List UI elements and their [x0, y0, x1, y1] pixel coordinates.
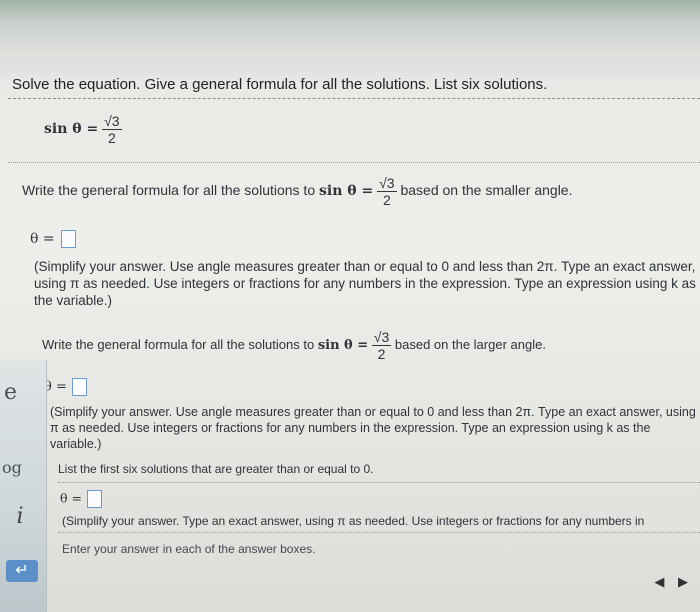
- part3-instruction: List the first six solutions that are gr…: [58, 462, 374, 476]
- next-arrow-icon[interactable]: ▶: [678, 574, 688, 589]
- part3-hint: (Simplify your answer. Type an exact ans…: [62, 514, 645, 528]
- return-button[interactable]: ↵: [6, 560, 38, 582]
- part1-answer-row: θ =: [30, 230, 76, 249]
- part2-numerator: √3: [373, 329, 390, 345]
- part1-denominator: 2: [382, 192, 391, 208]
- part2-answer-label: θ =: [44, 379, 67, 395]
- top-bar: [0, 0, 700, 58]
- part2-answer-row: θ =: [44, 378, 88, 396]
- part2-instruction-post: based on the larger angle.: [394, 336, 546, 352]
- part2-hint: (Simplify your answer. Use angle measure…: [50, 405, 696, 451]
- enter-instruction: Enter your answer in each of the answer …: [62, 542, 316, 556]
- part2-instruction: Write the general formula for all the so…: [42, 330, 546, 361]
- given-equation: sin θ = √3 2: [44, 114, 122, 145]
- part2-answer-box[interactable]: [72, 378, 88, 396]
- question-card: Solve the equation. Give a general formu…: [0, 58, 700, 612]
- divider: [8, 98, 700, 99]
- part3-answer-row: θ =: [60, 490, 103, 508]
- prev-arrow-icon[interactable]: ◀: [654, 574, 664, 589]
- part3-answer-box[interactable]: [87, 490, 103, 508]
- part2-fraction: √3 2: [371, 329, 392, 362]
- part1-answer-box[interactable]: [60, 230, 76, 249]
- part1-instruction-text: Write the general formula for all the so…: [22, 182, 316, 199]
- part2-equation: sin θ =: [317, 337, 369, 353]
- screen: Solve the equation. Give a general formu…: [0, 0, 700, 612]
- sidebar-glyph-e: e: [4, 380, 18, 405]
- part1-instruction-post: based on the smaller angle.: [400, 182, 573, 199]
- given-denominator: 2: [107, 130, 116, 146]
- part2-instruction-text: Write the general formula for all the so…: [42, 336, 315, 352]
- part1-instruction: Write the general formula for all the so…: [22, 176, 572, 207]
- part1-fraction: √3 2: [377, 175, 397, 208]
- info-icon[interactable]: i: [8, 504, 32, 530]
- part1-numerator: √3: [379, 175, 395, 191]
- given-fraction: √3 2: [102, 113, 122, 146]
- given-numerator: √3: [104, 113, 120, 129]
- part2-denominator: 2: [377, 346, 386, 362]
- part1-hint: (Simplify your answer. Use angle measure…: [34, 259, 696, 308]
- divider: [58, 482, 700, 483]
- part1-equation: sin θ =: [319, 183, 374, 200]
- question-prompt: Solve the equation. Give a general formu…: [12, 76, 548, 93]
- pagination: ◀ ▶: [644, 574, 688, 590]
- sidebar-glyph-og: og: [2, 458, 22, 477]
- given-lhs: sin θ =: [44, 121, 99, 138]
- part1-answer-label: θ =: [30, 231, 55, 247]
- divider: [58, 532, 700, 533]
- part3-answer-label: θ =: [60, 490, 82, 506]
- divider: [8, 162, 700, 163]
